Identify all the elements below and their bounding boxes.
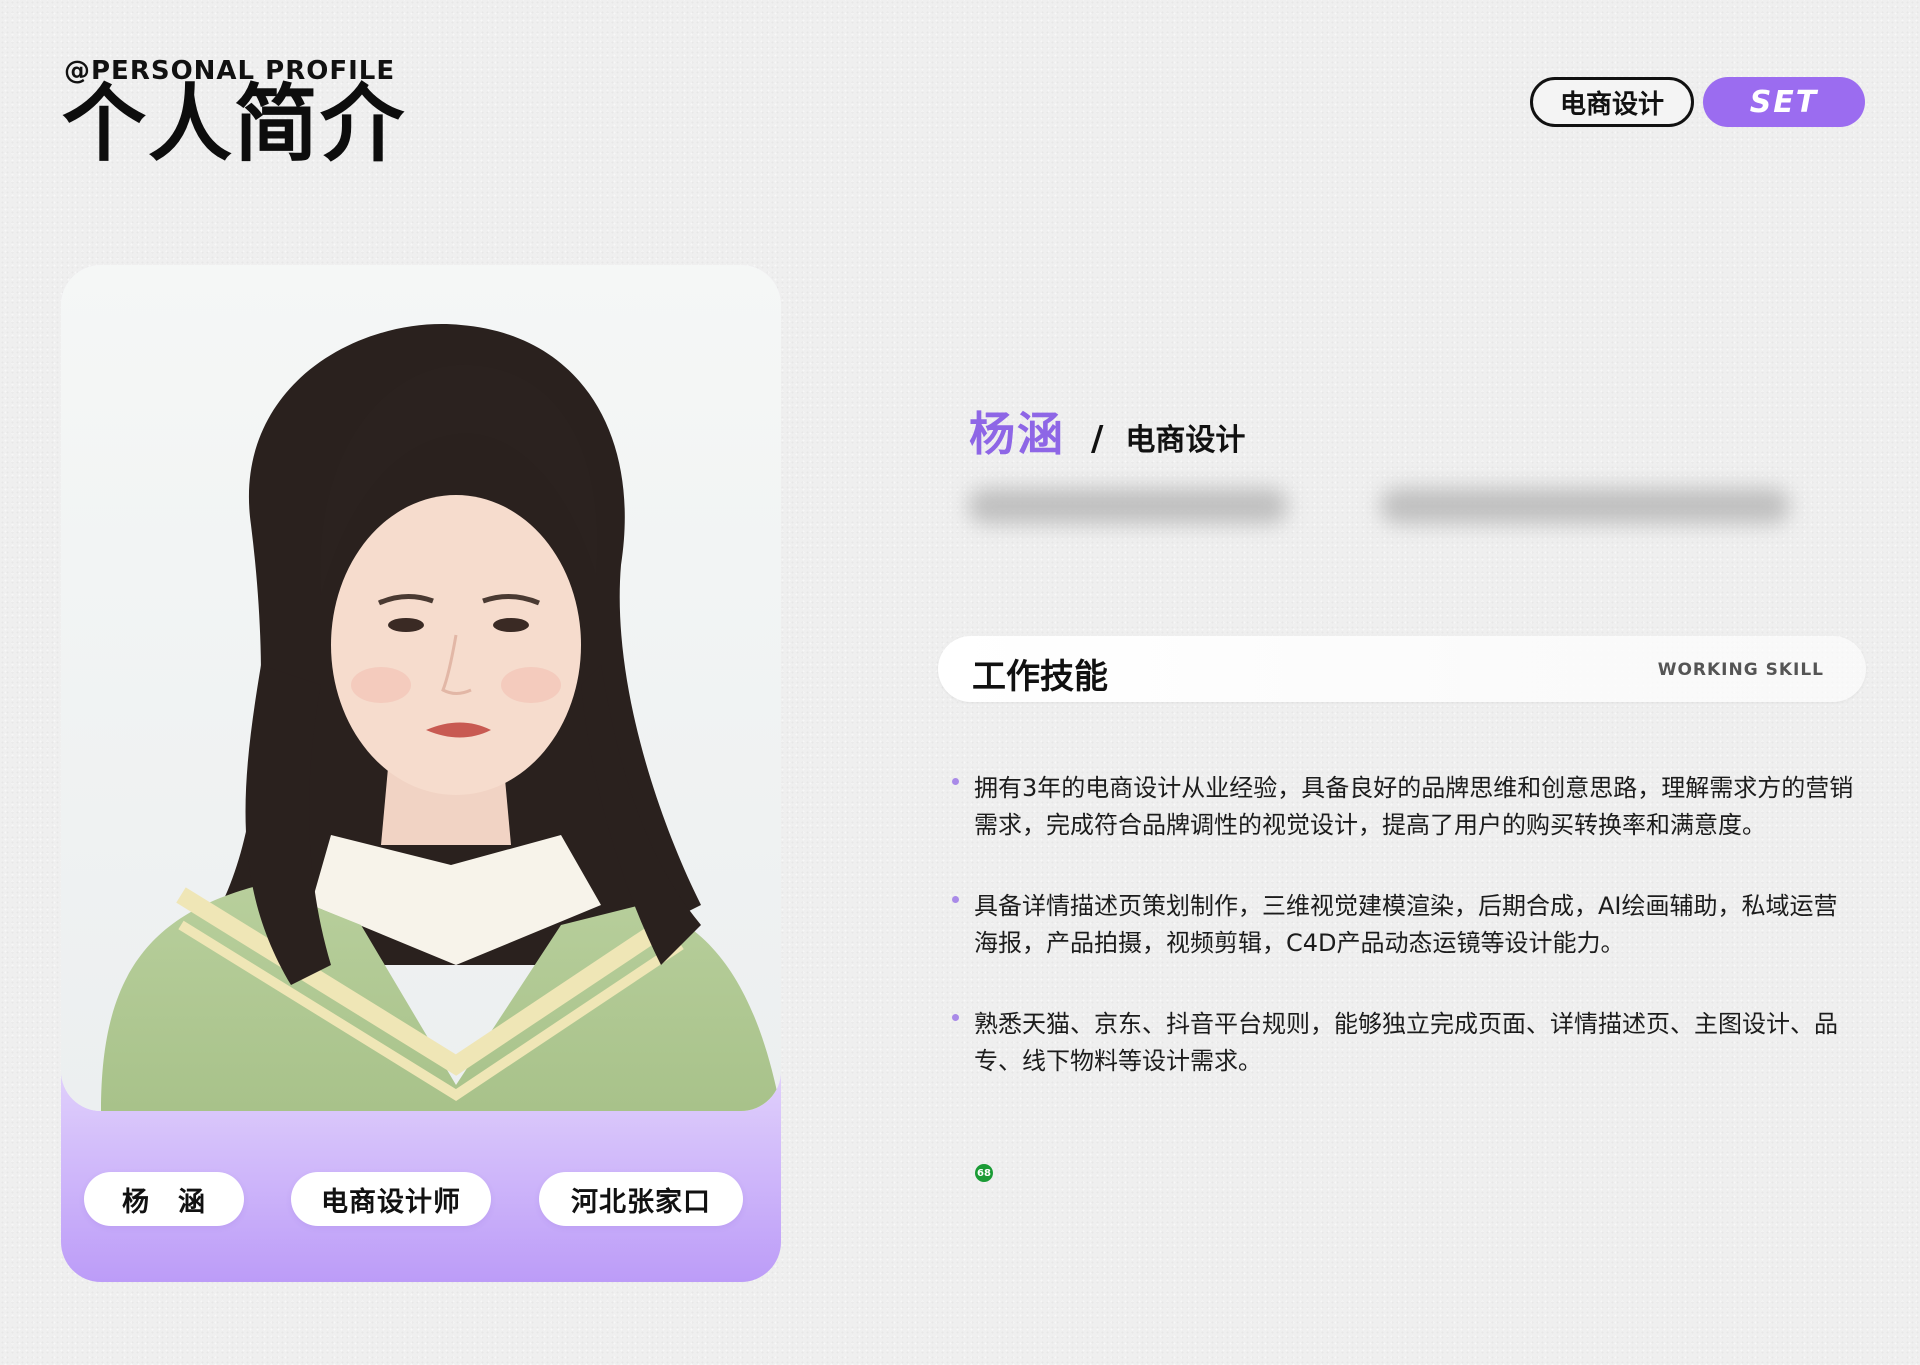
skill-text: 具备详情描述页策划制作，三维视觉建模渲染，后期合成，AI绘画辅助，私域运营海报，… [974,892,1838,957]
skills-subtitle: WORKING SKILL [1657,660,1824,680]
profile-chips: 杨 涵 电商设计师 河北张家口 [61,1172,781,1232]
blurred-phone [968,488,1288,524]
name-heading: 杨涵 / 电商设计 [969,398,1245,464]
list-item: 熟悉天猫、京东、抖音平台规则，能够独立完成页面、详情描述页、主图设计、品专、线下… [950,1006,1860,1080]
list-item: 具备详情描述页策划制作，三维视觉建模渲染，后期合成，AI绘画辅助，私域运营海报，… [950,888,1860,962]
skills-title: 工作技能 [972,657,1108,697]
skill-text: 拥有3年的电商设计从业经验，具备良好的品牌思维和创意思路，理解需求方的营销需求，… [974,774,1854,839]
bullet-dot-icon [952,896,959,903]
name-separator: / [1091,419,1104,459]
person-name: 杨涵 [969,407,1065,461]
bullet-dot-icon [952,778,959,785]
skills-header-bar: 工作技能 WORKING SKILL [938,636,1866,702]
list-item: 拥有3年的电商设计从业经验，具备良好的品牌思维和创意思路，理解需求方的营销需求，… [950,770,1860,844]
portrait-illustration [61,265,781,1111]
category-tag: 电商设计 [1530,77,1694,127]
skill-text: 熟悉天猫、京东、抖音平台规则，能够独立完成页面、详情描述页、主图设计、品专、线下… [974,1010,1838,1075]
chip-job: 电商设计师 [291,1172,491,1226]
number-badge: 68 [975,1164,993,1182]
page-title: 个人简介 [62,75,407,173]
bullet-dot-icon [952,1014,959,1021]
blurred-email [1380,488,1790,524]
profile-card: 杨 涵 电商设计师 河北张家口 [61,265,781,1282]
chip-name: 杨 涵 [84,1172,244,1226]
skills-list: 拥有3年的电商设计从业经验，具备良好的品牌思维和创意思路，理解需求方的营销需求，… [950,770,1860,1124]
portrait-photo [61,265,781,1111]
set-tag: SET [1703,77,1865,127]
person-role: 电商设计 [1125,423,1246,458]
chip-location: 河北张家口 [539,1172,743,1226]
